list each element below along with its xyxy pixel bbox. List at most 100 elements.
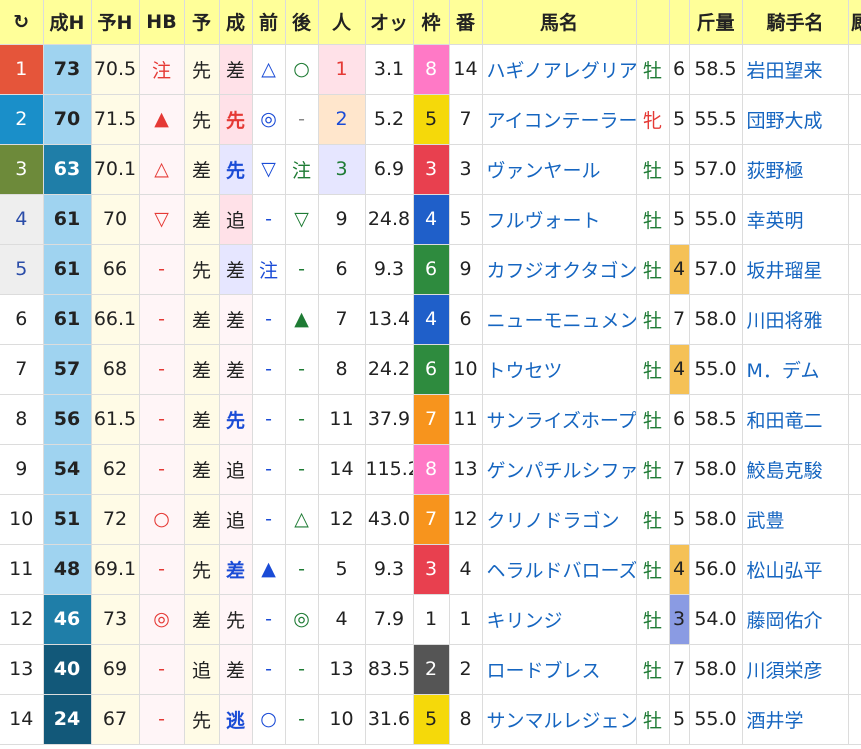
horse-name-link[interactable]: トウセツ <box>482 344 637 395</box>
yoh-cell: 66.1 <box>91 294 140 345</box>
jockey-name-link[interactable]: 幸英明 <box>742 194 849 245</box>
waku-cell: 7 <box>413 494 450 545</box>
horse-name-link[interactable]: ヘラルドバローズ <box>482 544 637 595</box>
ninki-cell: 9 <box>318 194 366 245</box>
ninki-cell: 3 <box>318 144 366 195</box>
hb-mark-cell: - <box>139 294 185 345</box>
col-header-kinryo[interactable]: 斤量 <box>689 0 743 45</box>
yo-cell: 差 <box>184 194 220 245</box>
table-row: 17370.5注先差△○13.1814ハギノアレグリアス牡658.5岩田望来 <box>0 44 861 95</box>
ato-mark-cell: ▽ <box>285 194 319 245</box>
waku-cell: 6 <box>413 244 450 295</box>
jockey-name-link[interactable]: 鮫島克駿 <box>742 444 849 495</box>
col-header-kishu[interactable]: 騎手名 <box>742 0 849 45</box>
yoh-cell: 68 <box>91 344 140 395</box>
col-header-ninki[interactable]: 人 <box>318 0 366 45</box>
col-header-waku[interactable]: 枠 <box>413 0 450 45</box>
waku-cell: 8 <box>413 44 450 95</box>
yo-cell: 差 <box>184 594 220 645</box>
jockey-name-link[interactable]: 団野大成 <box>742 94 849 145</box>
hb-mark-cell: - <box>139 694 185 745</box>
col-header-ban[interactable]: 番 <box>449 0 483 45</box>
sei-cell: 先 <box>219 394 253 445</box>
sei-cell: 追 <box>219 494 253 545</box>
table-row: 3 63 70.1 △ 差先 ▽ 注 3 6.9 3 3 ヴァンヤール牡 5 57.0 荻野極 <box>0 144 861 195</box>
col-header-ato[interactable]: 後 <box>285 0 319 45</box>
age-cell: 5 <box>669 194 690 245</box>
ban-cell: 12 <box>449 494 483 545</box>
rank-cell: 9 <box>0 444 44 495</box>
seih-cell: 24 <box>43 694 92 745</box>
col-header-yo[interactable]: 予 <box>184 0 220 45</box>
table-header-row: ↻ 成H 予H HB 予 成 前 後 人 オッ 枠 番 馬名 斤量 騎手名 厩 <box>0 0 861 45</box>
sei-cell: 先 <box>219 94 253 145</box>
table-row: 142467-先逃○-1031.658サンマルレジェンド牡555.0酒井学 <box>0 694 861 745</box>
horse-name-link[interactable]: ニューモニュメント <box>482 294 637 345</box>
waku-cell: 1 <box>413 594 450 645</box>
jockey-name-link[interactable]: 坂井瑠星 <box>742 244 849 295</box>
waku-cell: 3 <box>413 144 450 195</box>
horse-name-link[interactable]: フルヴォート <box>482 194 637 245</box>
hb-mark-cell: ▽ <box>139 194 185 245</box>
mae-mark-cell: - <box>252 344 286 395</box>
jockey-name-link[interactable]: 松山弘平 <box>742 544 849 595</box>
sex-cell: 牡 <box>636 644 670 695</box>
col-header-seih[interactable]: 成H <box>43 0 92 45</box>
jockey-name-link[interactable]: 岩田望来 <box>742 44 849 95</box>
col-header-hb[interactable]: HB <box>139 0 185 45</box>
yo-cell: 差 <box>184 344 220 395</box>
horse-name-link[interactable]: サンマルレジェンド <box>482 694 637 745</box>
ato-mark-cell: - <box>285 244 319 295</box>
odds-cell: 9.3 <box>365 244 414 295</box>
jockey-name-link[interactable]: M．デム <box>742 344 849 395</box>
rank-cell: 5 <box>0 244 44 295</box>
ninki-cell: 12 <box>318 494 366 545</box>
refresh-icon[interactable]: ↻ <box>0 0 44 45</box>
odds-cell: 43.0 <box>365 494 414 545</box>
extra-cell <box>848 94 861 145</box>
col-header-extra[interactable]: 厩 <box>848 0 861 45</box>
horse-name-link[interactable]: ヴァンヤール <box>482 144 637 195</box>
mae-mark-cell: - <box>252 494 286 545</box>
col-header-yoh[interactable]: 予H <box>91 0 140 45</box>
kinryo-cell: 55.0 <box>689 694 743 745</box>
rank-cell: 8 <box>0 394 44 445</box>
odds-cell: 83.5 <box>365 644 414 695</box>
kinryo-cell: 57.0 <box>689 244 743 295</box>
horse-name-link[interactable]: クリノドラゴン <box>482 494 637 545</box>
jockey-name-link[interactable]: 川田将雅 <box>742 294 849 345</box>
ato-mark-cell: △ <box>285 494 319 545</box>
odds-cell: 5.2 <box>365 94 414 145</box>
horse-name-link[interactable]: ハギノアレグリアス <box>482 44 637 95</box>
jockey-name-link[interactable]: 武豊 <box>742 494 849 545</box>
col-header-sei[interactable]: 成 <box>219 0 253 45</box>
ato-mark-cell: - <box>285 94 319 145</box>
horse-name-link[interactable]: サンライズホープ <box>482 394 637 445</box>
odds-cell: 6.9 <box>365 144 414 195</box>
mae-mark-cell: - <box>252 294 286 345</box>
extra-cell <box>848 194 861 245</box>
table-row: 11 48 69.1- 先差 ▲ -5 9.3 3 4 ヘラルドバローズ牡 4 56.0 松山弘平 <box>0 544 861 595</box>
jockey-name-link[interactable]: 酒井学 <box>742 694 849 745</box>
ban-cell: 10 <box>449 344 483 395</box>
horse-name-link[interactable]: ロードブレス <box>482 644 637 695</box>
col-header-bamei[interactable]: 馬名 <box>482 0 637 45</box>
seih-cell: 51 <box>43 494 92 545</box>
horse-name-link[interactable]: アイコンテーラー <box>482 94 637 145</box>
jockey-name-link[interactable]: 和田竜二 <box>742 394 849 445</box>
waku-cell: 4 <box>413 294 450 345</box>
col-header-mae[interactable]: 前 <box>252 0 286 45</box>
col-header-odds[interactable]: オッ <box>365 0 414 45</box>
jockey-name-link[interactable]: 荻野極 <box>742 144 849 195</box>
jockey-name-link[interactable]: 川須栄彦 <box>742 644 849 695</box>
jockey-name-link[interactable]: 藤岡佑介 <box>742 594 849 645</box>
horse-name-link[interactable]: ゲンパチルシファー <box>482 444 637 495</box>
kinryo-cell: 55.5 <box>689 94 743 145</box>
horse-name-link[interactable]: キリンジ <box>482 594 637 645</box>
ban-cell: 6 <box>449 294 483 345</box>
ninki-cell: 1 <box>318 44 366 95</box>
horse-name-link[interactable]: カフジオクタゴン <box>482 244 637 295</box>
sei-cell: 先 <box>219 594 253 645</box>
rank-cell: 7 <box>0 344 44 395</box>
age-cell: 4 <box>669 244 690 295</box>
